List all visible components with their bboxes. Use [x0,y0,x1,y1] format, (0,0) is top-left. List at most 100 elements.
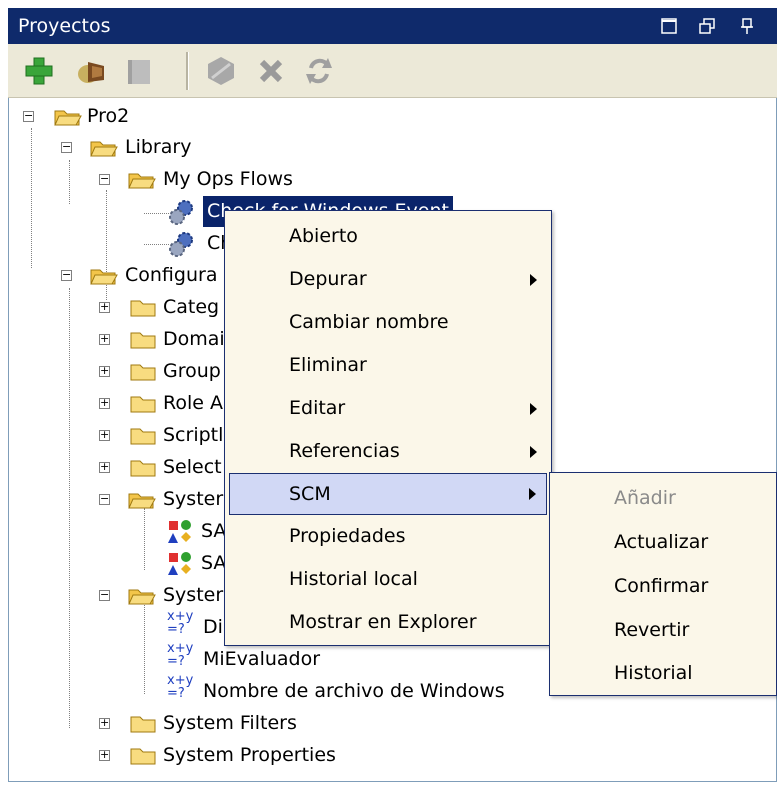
tree-label: Nombre de archivo de Windows [203,680,505,702]
collapse-icon[interactable]: − [23,110,34,122]
open-folder-icon [90,141,118,157]
menu-item-references[interactable]: Referencias [225,432,551,470]
tree-label: SA [201,520,227,542]
folder-icon [130,396,156,413]
expand-icon[interactable]: + [99,429,110,441]
tree-label: Domai [163,328,225,350]
menu-item-open[interactable]: Abierto [225,217,551,255]
expand-icon[interactable]: + [99,717,110,729]
add-icon[interactable] [22,54,56,88]
tree-label: Di [203,616,223,638]
expand-icon[interactable]: + [99,333,110,345]
toolbar-separator [186,52,189,90]
menu-item-label: Añadir [614,487,676,509]
tree-label: Scriptl [163,424,224,446]
gear-icon [169,200,193,225]
tree-connector [69,288,70,728]
collapse-icon[interactable]: − [61,269,72,281]
tree-connector [144,508,145,570]
menu-item-local-history[interactable]: Historial local [225,560,551,598]
folder-icon[interactable] [122,54,156,88]
menu-item-label: SCM [289,483,331,505]
folder-icon [130,748,156,765]
folder-icon [130,716,156,733]
menu-item-label: Referencias [289,440,400,462]
stop-icon[interactable] [204,54,238,88]
menu-item-label: Depurar [289,268,367,290]
open-folder-icon [128,589,156,605]
tree-connector [144,244,169,245]
tree-label: Syster [163,488,224,510]
submenu-item-revert[interactable]: Revertir [550,611,776,649]
menu-item-label: Mostrar en Explorer [289,611,477,633]
menu-item-label: Revertir [614,619,690,641]
submenu-arrow-icon [530,446,537,458]
menu-item-label: Propiedades [289,525,406,547]
evaluator-icon: x+y =? [167,641,194,669]
menu-item-properties[interactable]: Propiedades [225,517,551,555]
folder-icon [130,428,156,445]
expand-icon[interactable]: + [99,461,110,473]
shapes-icon [168,520,191,543]
menu-item-show-in-explorer[interactable]: Mostrar en Explorer [225,603,551,641]
context-menu: Abierto Depurar Cambiar nombre Eliminar … [224,210,552,646]
submenu-item-commit[interactable]: Confirmar [550,567,776,605]
tree-connector [144,213,169,214]
expand-icon[interactable]: + [99,301,110,313]
collapse-icon[interactable]: − [99,173,110,185]
restore-icon[interactable] [698,17,716,35]
open-folder-icon [90,269,118,285]
open-flow-icon[interactable] [74,54,108,88]
collapse-icon[interactable]: − [99,589,110,601]
tree-connector [69,160,70,204]
menu-item-label: Abierto [289,225,358,247]
menu-item-debug[interactable]: Depurar [225,260,551,298]
tree-label: Configura [125,264,218,286]
evaluator-icon: x+y =? [167,609,194,637]
menu-item-label: Historial local [289,568,418,590]
tree-label: Group [163,360,221,382]
delete-icon[interactable] [254,54,288,88]
collapse-icon[interactable]: − [61,141,72,153]
submenu-item-update[interactable]: Actualizar [550,523,776,561]
tree-label: SA [201,552,227,574]
menu-item-label: Editar [289,397,346,419]
shapes-icon [168,552,191,575]
tree-label: Library [125,136,192,158]
tree-label: Select [163,456,222,478]
expand-icon[interactable]: + [99,397,110,409]
submenu-arrow-icon [530,403,537,415]
submenu-item-history[interactable]: Historial [550,654,776,692]
panel-title: Proyectos [18,15,111,37]
open-folder-icon [128,173,156,189]
menu-item-delete[interactable]: Eliminar [225,346,551,384]
submenu-arrow-icon [529,488,536,500]
scm-submenu: Añadir Actualizar Confirmar Revertir His… [549,472,777,696]
menu-item-scm[interactable]: SCM [229,473,547,515]
tree-label: Role A [163,392,223,414]
gear-icon [169,232,193,257]
menu-item-label: Cambiar nombre [289,311,449,333]
folder-icon [130,300,156,317]
menu-item-edit[interactable]: Editar [225,389,551,427]
refresh-icon[interactable] [302,54,336,88]
open-folder-icon [128,493,156,509]
toolbar [8,44,777,98]
tree-label: Categ [163,296,220,318]
maximize-icon[interactable] [660,17,678,35]
tree-label: Pro2 [87,105,130,127]
tree-label: My Ops Flows [163,168,293,190]
tree-label: Syster [163,584,224,606]
folder-icon [130,364,156,381]
panel-titlebar: Proyectos [8,8,777,44]
pin-icon[interactable] [738,17,756,35]
submenu-arrow-icon [530,274,537,286]
collapse-icon[interactable]: − [99,493,110,505]
tree-label: System Filters [163,712,297,734]
expand-icon[interactable]: + [99,749,110,761]
menu-item-label: Confirmar [614,575,709,597]
menu-item-rename[interactable]: Cambiar nombre [225,303,551,341]
expand-icon[interactable]: + [99,365,110,377]
tree-label: System Properties [163,744,336,766]
submenu-item-add[interactable]: Añadir [550,479,776,517]
